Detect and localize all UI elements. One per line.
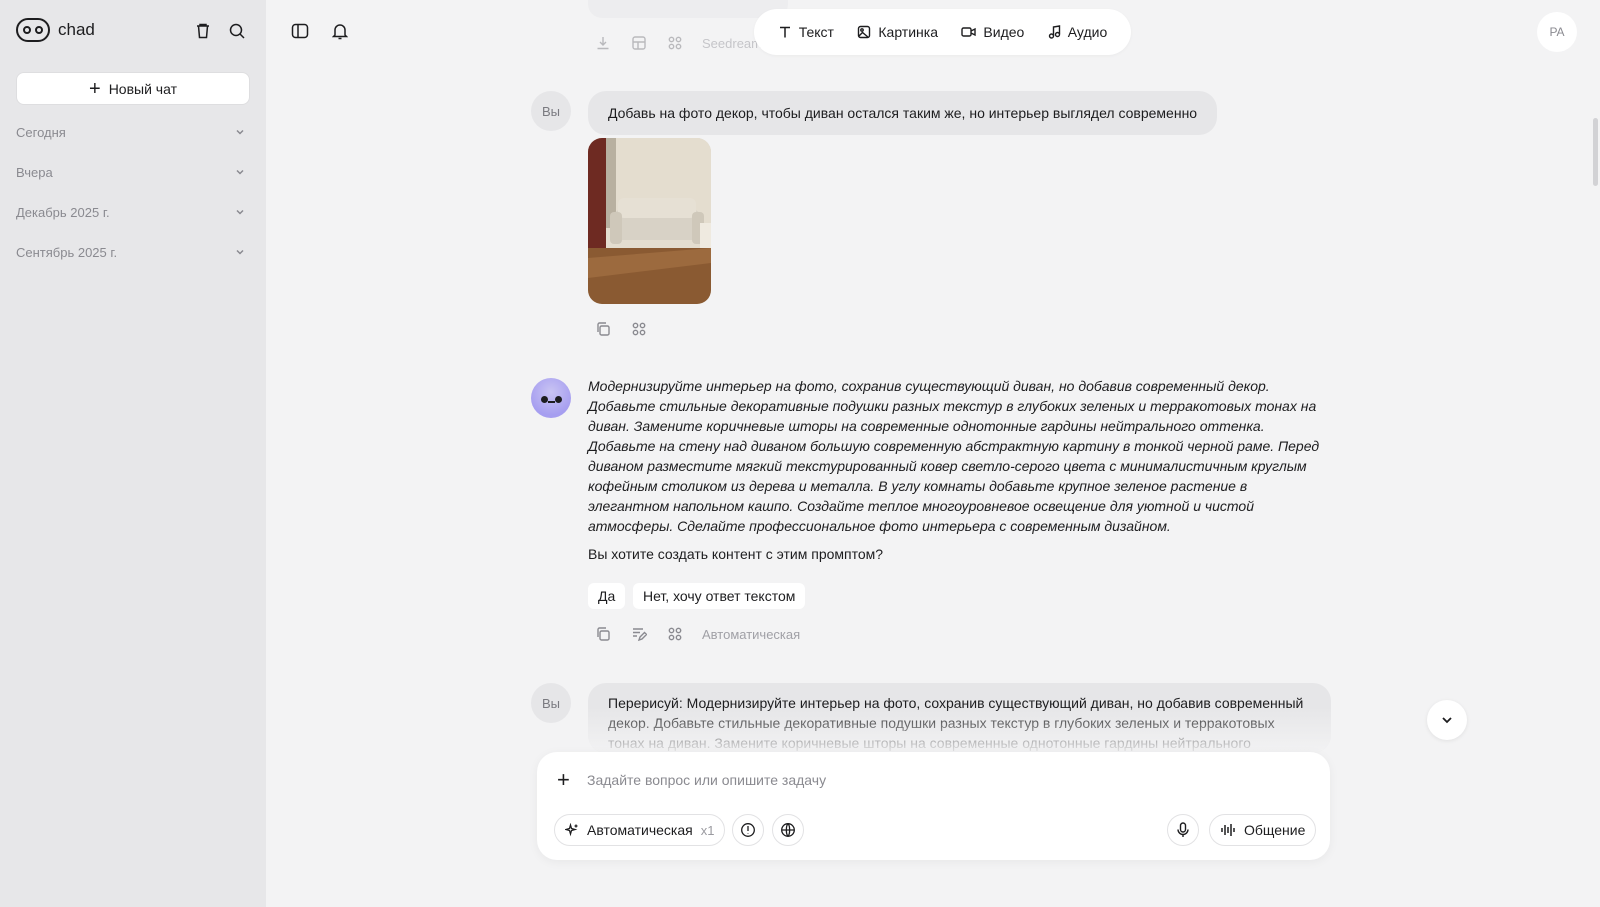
microphone-icon bbox=[1177, 822, 1189, 837]
history-group-december[interactable]: Декабрь 2025 г. bbox=[16, 201, 246, 223]
bell-icon[interactable] bbox=[329, 20, 351, 42]
scroll-down-button[interactable] bbox=[1427, 700, 1467, 740]
model-label: Автоматическая bbox=[702, 626, 801, 642]
sidebar: chad + Новый чат Сегодня Вчера Декабрь 2… bbox=[0, 0, 266, 907]
chevron-down-icon bbox=[236, 169, 244, 175]
video-icon bbox=[961, 27, 977, 37]
globe-icon bbox=[781, 823, 795, 837]
mode-image[interactable]: Картинка bbox=[857, 24, 938, 40]
grid-icon[interactable] bbox=[630, 320, 648, 338]
text-icon bbox=[779, 26, 790, 38]
model-selector-label: Автоматическая bbox=[587, 822, 693, 838]
bot-message-toolbar: Автоматическая bbox=[594, 625, 800, 643]
history-group-yesterday[interactable]: Вчера bbox=[16, 161, 246, 183]
audio-icon bbox=[1048, 25, 1060, 39]
download-icon[interactable] bbox=[594, 34, 612, 52]
new-chat-label: Новый чат bbox=[108, 80, 177, 97]
chevron-down-icon bbox=[1442, 717, 1452, 724]
logo[interactable]: chad bbox=[16, 18, 95, 42]
chevron-down-icon bbox=[236, 209, 244, 215]
grid-icon[interactable] bbox=[666, 625, 684, 643]
previous-message-toolbar: Seedream bbox=[594, 34, 762, 52]
history-group-september[interactable]: Сентябрь 2025 г. bbox=[16, 241, 246, 263]
previous-message-edge bbox=[588, 0, 788, 18]
scrollbar[interactable] bbox=[1593, 118, 1598, 186]
chevron-down-icon bbox=[236, 129, 244, 135]
app-name: chad bbox=[58, 20, 95, 39]
edit-image-icon[interactable] bbox=[630, 34, 648, 52]
group-label: Вчера bbox=[16, 164, 53, 180]
composer: + Автоматическая x1 Общение bbox=[537, 752, 1330, 860]
sparkle-icon bbox=[565, 823, 578, 837]
user-avatar[interactable]: PA bbox=[1537, 12, 1577, 52]
mode-video[interactable]: Видео bbox=[961, 24, 1024, 40]
image-icon bbox=[858, 25, 871, 39]
edit-text-icon[interactable] bbox=[630, 625, 648, 643]
prompt-input[interactable] bbox=[587, 766, 1287, 794]
user-message: Перерисуй: Модернизируйте интерьер на фо… bbox=[588, 683, 1331, 753]
mode-label: Видео bbox=[983, 24, 1025, 40]
attached-photo[interactable] bbox=[588, 138, 711, 304]
content-mode-bar: Текст Картинка Видео Аудио bbox=[754, 9, 1131, 55]
multiplier: x1 bbox=[700, 822, 715, 838]
copy-icon[interactable] bbox=[594, 625, 612, 643]
user-message: Добавь на фото декор, чтобы диван осталс… bbox=[588, 91, 1218, 135]
logo-icon bbox=[16, 18, 50, 42]
chevron-down-icon bbox=[236, 249, 244, 255]
model-selector[interactable]: Автоматическая x1 bbox=[554, 814, 726, 846]
voice-chat-button[interactable]: Общение bbox=[1209, 814, 1317, 846]
bot-question: Вы хотите создать контент с этим промпто… bbox=[588, 546, 884, 562]
bot-avatar bbox=[531, 378, 571, 418]
group-label: Сегодня bbox=[16, 124, 66, 140]
grid-icon[interactable] bbox=[666, 34, 684, 52]
mode-audio[interactable]: Аудио bbox=[1048, 24, 1108, 40]
history-group-today[interactable]: Сегодня bbox=[16, 121, 246, 143]
choice-yes-button[interactable]: Да bbox=[588, 583, 626, 609]
mode-label: Аудио bbox=[1067, 24, 1108, 40]
group-label: Декабрь 2025 г. bbox=[16, 204, 110, 220]
bot-prompt-text: Модернизируйте интерьер на фото, сохрани… bbox=[588, 378, 1320, 534]
model-label: Seedream bbox=[702, 35, 762, 51]
group-label: Сентябрь 2025 г. bbox=[16, 244, 118, 260]
voice-chat-label: Общение bbox=[1244, 822, 1306, 838]
mode-label: Текст bbox=[798, 24, 834, 40]
copy-icon[interactable] bbox=[594, 320, 612, 338]
mode-text[interactable]: Текст bbox=[778, 24, 834, 40]
trash-icon[interactable] bbox=[192, 20, 214, 42]
search-icon[interactable] bbox=[226, 20, 248, 42]
choice-text-answer-button[interactable]: Нет, хочу ответ текстом bbox=[633, 583, 806, 609]
microphone-button[interactable] bbox=[1167, 814, 1199, 846]
attach-plus-icon[interactable]: + bbox=[557, 769, 570, 791]
user-badge: Вы bbox=[531, 683, 571, 723]
waveform-icon bbox=[1221, 824, 1235, 836]
sidebar-toggle-icon[interactable] bbox=[289, 20, 311, 42]
compass-icon bbox=[741, 823, 755, 837]
compass-button[interactable] bbox=[732, 814, 764, 846]
user-badge: Вы bbox=[531, 91, 571, 131]
mode-label: Картинка bbox=[878, 24, 938, 40]
user-message-toolbar bbox=[594, 320, 648, 338]
web-search-button[interactable] bbox=[772, 814, 804, 846]
new-chat-button[interactable]: + Новый чат bbox=[16, 72, 250, 105]
plus-icon: + bbox=[89, 77, 101, 100]
